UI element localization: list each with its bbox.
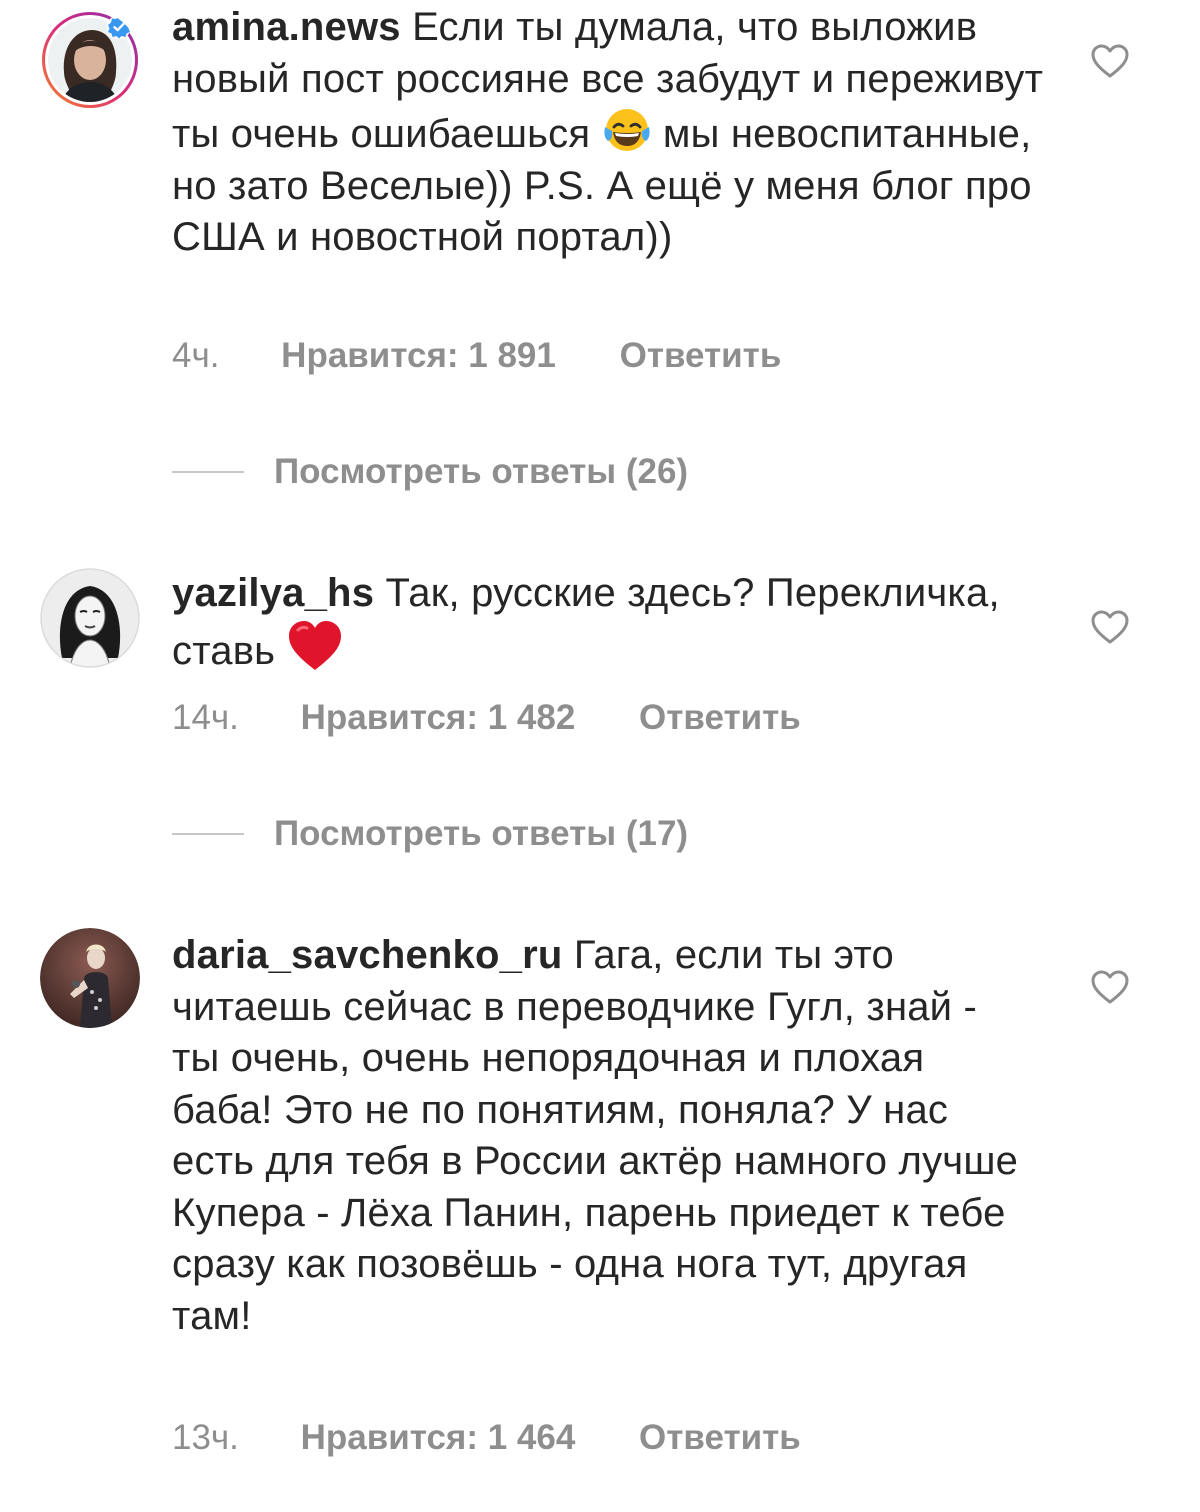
view-replies-label: Посмотреть ответы (17)	[274, 814, 689, 853]
heart-outline-icon[interactable]	[1090, 608, 1130, 648]
view-replies-button[interactable]: Посмотреть ответы (17)	[172, 814, 688, 854]
comment-username[interactable]: yazilya_hs	[172, 571, 374, 615]
avatar-amina-news[interactable]	[40, 10, 140, 110]
view-replies-button[interactable]: Посмотреть ответы (26)	[172, 452, 688, 492]
reply-button[interactable]: Ответить	[620, 336, 782, 376]
comment-text: amina.news Если ты думала, что выложив н…	[172, 2, 1072, 264]
avatar-image	[40, 568, 140, 668]
reply-button[interactable]: Ответить	[639, 1418, 801, 1458]
verified-badge-icon	[107, 15, 131, 39]
comment-text: yazilya_hs Так, русские здесь? Перекличк…	[172, 568, 1072, 677]
comment-body: Гага, если ты это читаешь сейчас в перев…	[172, 933, 1019, 1338]
view-replies-label: Посмотреть ответы (26)	[274, 452, 689, 491]
comment-likes[interactable]: Нравится: 1 482	[301, 698, 576, 738]
divider-line	[172, 471, 244, 473]
comment-meta: 14ч. Нравится: 1 482 Ответить	[172, 698, 801, 738]
comment-meta: 13ч. Нравится: 1 464 Ответить	[172, 1418, 801, 1458]
heart-outline-icon[interactable]	[1090, 42, 1130, 82]
red-heart-icon	[288, 620, 341, 670]
comment-likes[interactable]: Нравится: 1 891	[281, 336, 556, 376]
comment-meta: 4ч. Нравится: 1 891 Ответить	[172, 336, 781, 376]
divider-line	[172, 833, 244, 835]
avatar-daria-savchenko-ru[interactable]	[40, 928, 140, 1028]
comment-username[interactable]: daria_savchenko_ru	[172, 933, 562, 977]
avatar-yazilya-hs[interactable]	[40, 568, 140, 668]
face-with-tears-of-joy-icon	[603, 109, 650, 151]
heart-outline-icon[interactable]	[1090, 968, 1130, 1008]
comment-text: daria_savchenko_ru Гага, если ты это чит…	[172, 930, 1032, 1342]
reply-button[interactable]: Ответить	[639, 698, 801, 738]
comment-time: 14ч.	[172, 698, 239, 737]
avatar-image	[40, 928, 140, 1028]
comment-time: 13ч.	[172, 1418, 239, 1457]
comment-likes[interactable]: Нравится: 1 464	[301, 1418, 576, 1458]
comment-username[interactable]: amina.news	[172, 5, 401, 49]
comment-time: 4ч.	[172, 336, 220, 375]
